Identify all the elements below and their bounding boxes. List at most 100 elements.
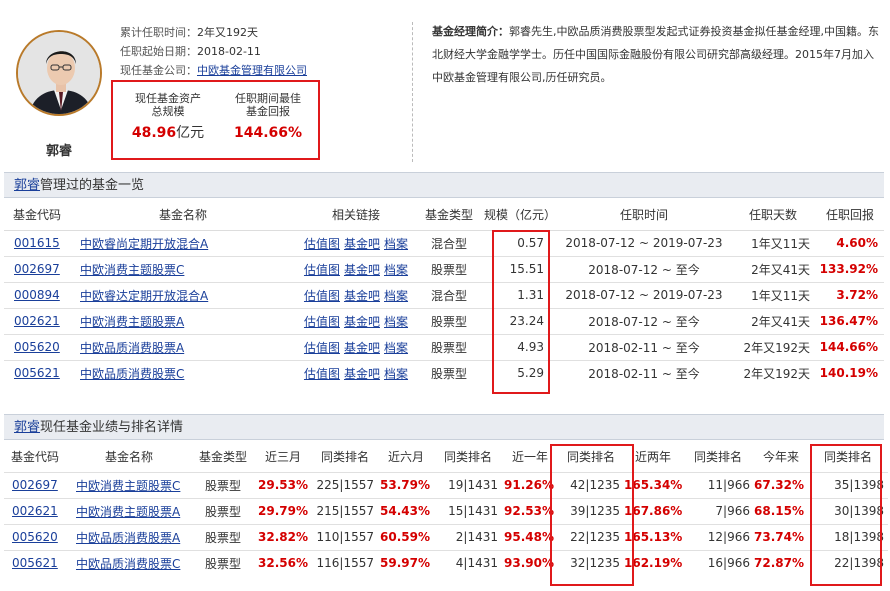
t1-header-cell: 任职时间 [558,200,730,231]
t2-header-cell: 近两年 [634,450,671,465]
fund-forum-link[interactable]: 基金吧 [344,315,380,329]
fund-name-link[interactable]: 中欧消费主题股票C [80,263,184,277]
fund-code-link[interactable]: 002621 [12,504,58,518]
return-6m-cell: 59.97% [378,549,434,576]
t1-header-cell: 规模（亿元） [482,200,558,231]
table-row: 002697 中欧消费主题股票C 估值图 基金吧 档案 股票型 15.51 2018-07-1… [4,255,884,282]
fund-code-cell: 005620 [4,333,70,360]
related-links-cell: 估值图 基金吧 档案 [296,333,416,360]
rank-2y-cell: 7|966 [682,497,754,524]
tenure-return-cell: 4.60% [816,229,884,256]
rank-6m-cell: 4|1431 [434,549,502,576]
fund-forum-link[interactable]: 基金吧 [344,367,380,381]
best-label-2: 基金回报 [246,105,290,118]
start-date-value: 2018-02-11 [197,45,261,58]
return-ytd-cell: 68.15% [754,497,808,524]
fund-name-link[interactable]: 中欧消费主题股票A [76,505,180,519]
fund-name-link[interactable]: 中欧品质消费股票A [76,531,180,545]
fund-code-link[interactable]: 000894 [14,288,60,302]
fund-name-link[interactable]: 中欧品质消费股票C [80,367,184,381]
performance-header-row: 基金代码 基金名称 基金类型 近三月 同类排名 近六月 同类排名 近一年 同类排名 近两年 同类排名… [4,442,888,472]
fund-code-cell: 005620 [4,523,66,550]
fund-forum-link[interactable]: 基金吧 [344,289,380,303]
fund-code-link[interactable]: 005621 [12,556,58,570]
valuation-chart-link[interactable]: 估值图 [304,289,340,303]
section2-manager-link[interactable]: 郭睿 [14,420,40,435]
fund-type-cell: 股票型 [416,333,482,360]
fund-name-cell: 中欧品质消费股票A [66,523,192,550]
fund-code-link[interactable]: 001615 [14,236,60,250]
fund-code-cell: 002621 [4,497,66,524]
best-return-stat: 任职期间最佳 基金回报 144.66% [218,92,318,141]
fund-archive-link[interactable]: 档案 [384,289,408,303]
fund-archive-link[interactable]: 档案 [384,315,408,329]
table-row: 000894 中欧睿达定期开放混合A 估值图 基金吧 档案 混合型 1.31 2018-07-… [4,281,884,308]
fund-name-link[interactable]: 中欧消费主题股票C [76,479,180,493]
fund-name-cell: 中欧品质消费股票A [70,333,296,360]
manager-name: 郭睿 [45,144,72,159]
rank-2y-cell: 16|966 [682,549,754,576]
return-3m-cell: 32.82% [254,523,312,550]
company-link[interactable]: 中欧基金管理有限公司 [197,64,307,77]
fund-type-cell: 混合型 [416,229,482,256]
fund-name-link[interactable]: 中欧睿尚定期开放混合A [80,237,208,251]
fund-name-link[interactable]: 中欧品质消费股票A [80,341,184,355]
table-row: 005621 中欧品质消费股票C 股票型 32.56% 116|1557 59.97% 4|… [4,549,888,576]
related-links-cell: 估值图 基金吧 档案 [296,255,416,282]
section2-title: 现任基金业绩与排名详情 [40,420,184,435]
fund-code-link[interactable]: 002697 [14,262,60,276]
valuation-chart-link[interactable]: 估值图 [304,237,340,251]
fund-name-link[interactable]: 中欧消费主题股票A [80,315,184,329]
t1-header-cell: 相关链接 [296,200,416,231]
fund-archive-link[interactable]: 档案 [384,341,408,355]
valuation-chart-link[interactable]: 估值图 [304,341,340,355]
fund-archive-link[interactable]: 档案 [384,237,408,251]
table-row: 002697 中欧消费主题股票C 股票型 29.53% 225|1557 53.79% 19… [4,471,888,498]
tenure-return-cell: 133.92% [816,255,884,282]
section1-manager-link[interactable]: 郭睿 [14,178,40,193]
fund-name-link[interactable]: 中欧睿达定期开放混合A [80,289,208,303]
fund-code-link[interactable]: 005621 [14,366,60,380]
fund-type-cell: 股票型 [192,497,254,524]
fund-scale-cell: 15.51 [482,255,558,282]
intro-label: 基金经理简介： [432,25,509,38]
valuation-chart-link[interactable]: 估值图 [304,263,340,277]
fund-scale-cell: 23.24 [482,307,558,334]
tenure-label: 累计任职时间： [120,26,197,39]
tenure-period-cell: 2018-07-12 ~ 2019-07-23 [558,229,730,256]
fund-code-link[interactable]: 005620 [12,530,58,544]
return-3m-cell: 29.53% [254,471,312,498]
t2-header-cell: 基金类型 [198,450,247,465]
fund-name-cell: 中欧消费主题股票C [70,255,296,282]
valuation-chart-link[interactable]: 估值图 [304,315,340,329]
t2-header-cell: 近三月 [264,450,301,465]
fund-code-link[interactable]: 002621 [14,314,60,328]
fund-forum-link[interactable]: 基金吧 [344,237,380,251]
t1-header-cell: 任职天数 [730,200,816,231]
manager-avatar [16,30,102,116]
valuation-chart-link[interactable]: 估值图 [304,367,340,381]
rank-6m-cell: 15|1431 [434,497,502,524]
tenure-days-cell: 2年又41天 [730,307,816,334]
manager-profile: 郭睿 累计任职时间：2年又192天 任职起始日期：2018-02-11 现任基金… [0,0,890,170]
tenure-return-cell: 3.72% [816,281,884,308]
table-row: 005621 中欧品质消费股票C 估值图 基金吧 档案 股票型 5.29 2018-02-11… [4,359,884,386]
fund-archive-link[interactable]: 档案 [384,367,408,381]
fund-name-link[interactable]: 中欧品质消费股票C [76,557,180,571]
asset-label-1: 现任基金资产 [135,92,201,105]
fund-code-link[interactable]: 005620 [14,340,60,354]
return-1y-cell: 91.26% [502,471,558,498]
return-2y-cell: 162.19% [624,549,682,576]
return-2y-cell: 165.34% [624,471,682,498]
fund-archive-link[interactable]: 档案 [384,263,408,277]
fund-name-cell: 中欧品质消费股票C [66,549,192,576]
managed-funds-table: 基金代码 基金名称 相关链接 基金类型 规模（亿元） 任职时间 任职天数 任职回报 00161… [4,200,884,386]
fund-forum-link[interactable]: 基金吧 [344,341,380,355]
fund-type-cell: 混合型 [416,281,482,308]
fund-forum-link[interactable]: 基金吧 [344,263,380,277]
tenure-days-cell: 1年又11天 [730,229,816,256]
rank-ytd-cell: 18|1398 [808,523,888,550]
t2-header-cell: 同类排名 [823,450,872,465]
managed-funds-header-row: 基金代码 基金名称 相关链接 基金类型 规模（亿元） 任职时间 任职天数 任职回报 [4,200,884,231]
fund-code-link[interactable]: 002697 [12,478,58,492]
